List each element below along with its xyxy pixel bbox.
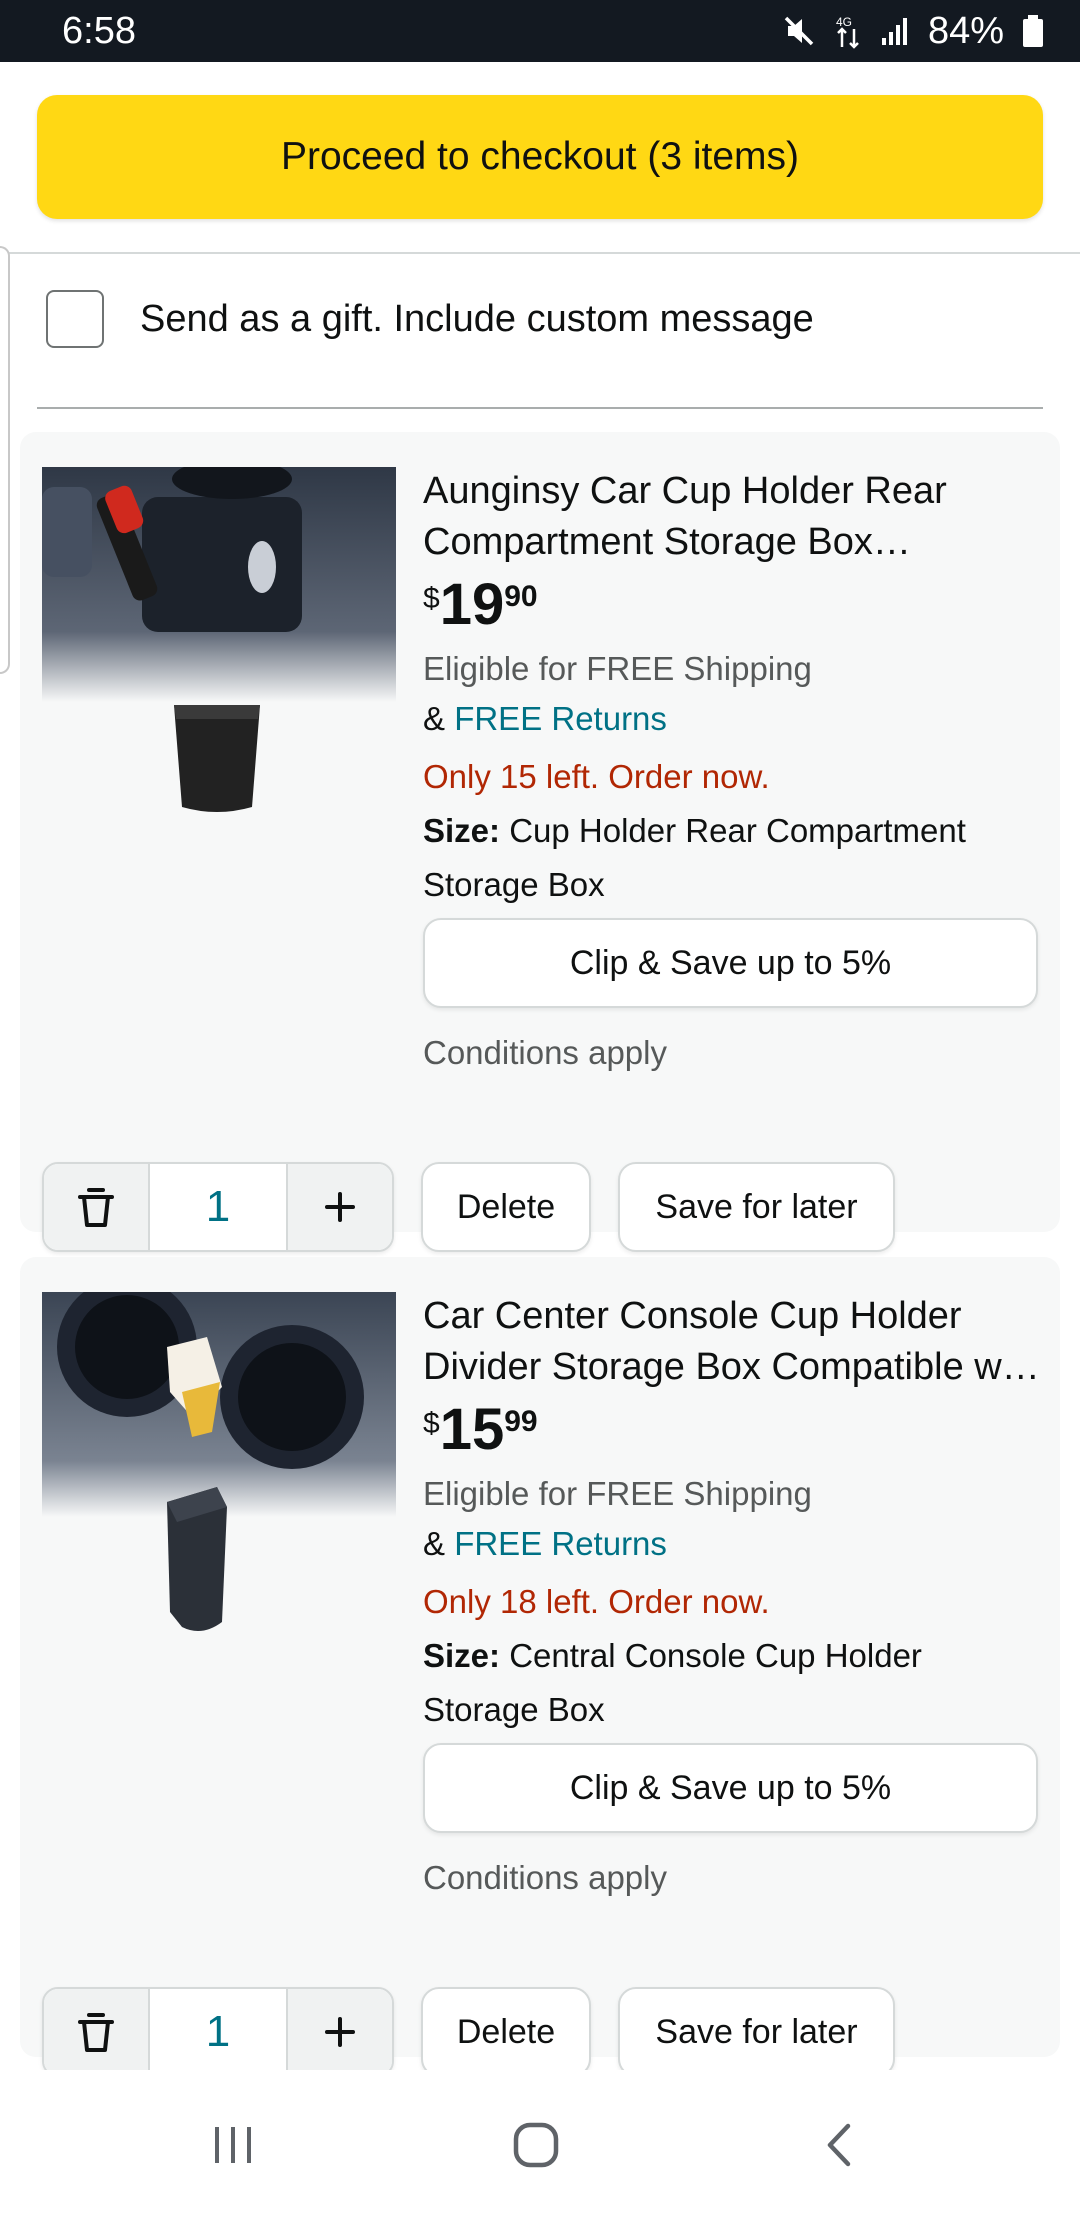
delete-quantity-button[interactable] (44, 1989, 148, 2070)
quantity-stepper: 1 (42, 1987, 394, 2070)
returns-info: & FREE Returns (423, 692, 1043, 746)
price-currency: $ (423, 582, 440, 615)
delete-quantity-button[interactable] (44, 1164, 148, 1250)
price-currency: $ (423, 1407, 440, 1440)
returns-prefix: & (423, 1525, 446, 1562)
clip-coupon-button[interactable]: Clip & Save up to 5% (423, 1743, 1038, 1833)
product-price: $ 19 90 (423, 576, 1043, 638)
status-bar: 6:58 4G 84% (0, 0, 1080, 62)
returns-info: & FREE Returns (423, 1517, 1043, 1571)
plus-icon (325, 2017, 355, 2047)
recent-apps-icon (215, 2127, 251, 2163)
size-info: Size: Central Console Cup Holder Storage… (423, 1629, 1043, 1737)
product-title[interactable]: Car Center Console Cup Holder Divider St… (423, 1291, 1043, 1393)
svg-text:4G: 4G (836, 15, 852, 29)
mute-icon (784, 16, 814, 46)
shipping-info: Eligible for FREE Shipping (423, 650, 812, 687)
quantity-value[interactable]: 1 (148, 1164, 288, 1250)
stock-warning: Only 18 left. Order now. (423, 1583, 770, 1620)
recent-apps-button[interactable] (173, 2070, 293, 2220)
cart-item: Aunginsy Car Cup Holder Rear Compartment… (20, 432, 1060, 1252)
gift-checkbox[interactable] (46, 290, 104, 348)
product-title[interactable]: Aunginsy Car Cup Holder Rear Compartment… (423, 466, 1043, 568)
divider (37, 407, 1043, 409)
battery-icon (1023, 15, 1043, 47)
trash-icon (78, 2013, 114, 2052)
clip-coupon-button[interactable]: Clip & Save up to 5% (423, 918, 1038, 1008)
quantity-value[interactable]: 1 (148, 1989, 288, 2070)
item-info: Aunginsy Car Cup Holder Rear Compartment… (423, 466, 1043, 1076)
plus-icon (325, 1192, 355, 1222)
data-arrows-icon: 4G (836, 15, 859, 49)
price-whole: 19 (439, 572, 505, 637)
product-image[interactable] (42, 1292, 396, 1672)
proceed-to-checkout-button[interactable]: Proceed to checkout (3 items) (37, 95, 1043, 219)
battery-percent: 84% (927, 9, 1004, 52)
quantity-stepper: 1 (42, 1162, 394, 1252)
shipping-info: Eligible for FREE Shipping (423, 1475, 812, 1512)
home-button[interactable] (476, 2070, 596, 2220)
gift-label: Send as a gift. Include custom message (140, 297, 814, 340)
size-info: Size: Cup Holder Rear Compartment Storag… (423, 804, 1043, 912)
divider (0, 252, 1080, 254)
cart-item: Car Center Console Cup Holder Divider St… (20, 1257, 1060, 2070)
back-button[interactable] (779, 2070, 899, 2220)
size-label: Size: (423, 1637, 501, 1674)
conditions-apply[interactable]: Conditions apply (423, 1855, 1043, 1901)
stock-warning: Only 15 left. Order now. (423, 758, 770, 795)
trash-icon (78, 1188, 114, 1227)
free-returns-link[interactable]: FREE Returns (454, 700, 667, 737)
status-time: 6:58 (62, 9, 136, 52)
save-for-later-button[interactable]: Save for later (618, 1987, 895, 2070)
returns-prefix: & (423, 700, 446, 737)
product-price: $ 15 99 (423, 1401, 1043, 1463)
home-icon (513, 2122, 559, 2168)
side-tab-handle[interactable] (0, 246, 10, 674)
product-image[interactable] (42, 467, 396, 847)
price-whole: 15 (439, 1397, 505, 1462)
item-actions: 1 Delete Save for later (42, 1162, 895, 1252)
delete-button[interactable]: Delete (421, 1162, 591, 1252)
increase-quantity-button[interactable] (288, 1989, 392, 2070)
increase-quantity-button[interactable] (288, 1164, 392, 1250)
item-info: Car Center Console Cup Holder Divider St… (423, 1291, 1043, 1901)
free-returns-link[interactable]: FREE Returns (454, 1525, 667, 1562)
size-value: Cup Holder Rear Compartment Storage Box (423, 812, 966, 903)
gift-option[interactable]: Send as a gift. Include custom message (46, 290, 814, 348)
price-fraction: 90 (504, 580, 538, 613)
size-label: Size: (423, 812, 501, 849)
save-for-later-button[interactable]: Save for later (618, 1162, 895, 1252)
price-fraction: 99 (504, 1405, 538, 1438)
conditions-apply[interactable]: Conditions apply (423, 1030, 1043, 1076)
system-nav-bar (0, 2070, 1080, 2220)
delete-button[interactable]: Delete (421, 1987, 591, 2070)
item-actions: 1 Delete Save for later (42, 1987, 895, 2070)
cart-content: Proceed to checkout (3 items) Send as a … (0, 62, 1080, 2070)
status-icons: 4G 84% (782, 10, 1044, 53)
signal-icon (881, 18, 907, 45)
back-icon (827, 2123, 851, 2167)
